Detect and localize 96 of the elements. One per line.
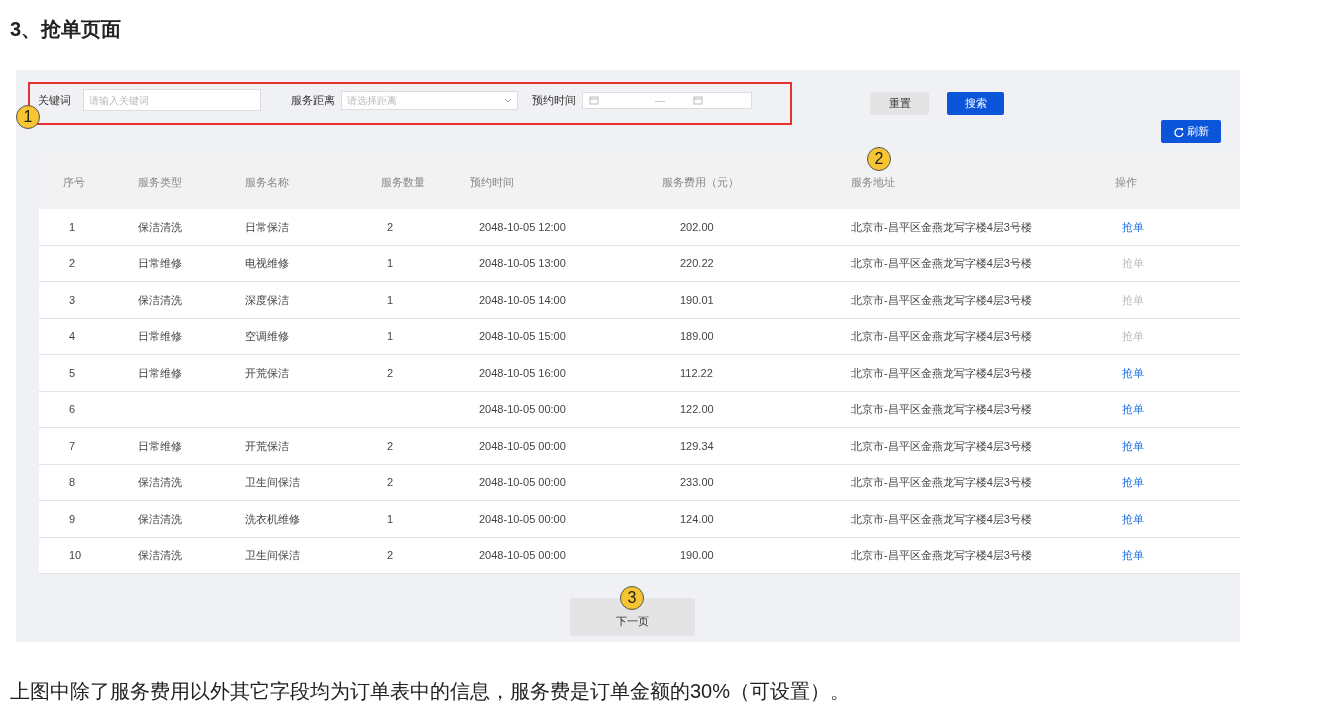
table-cell-text: 3 <box>68 292 77 308</box>
calendar-icon <box>589 95 599 105</box>
table-cell-text: 北京市-昌平区金燕龙写字楼4层3号楼 <box>851 256 1033 271</box>
column-header: 服务数量 <box>381 174 426 190</box>
table-cell-text: 112.22 <box>679 365 714 381</box>
table-cell-text: 129.34 <box>679 438 715 454</box>
table-cell-text: 2 <box>386 219 395 235</box>
table-cell-text: 8 <box>68 475 77 490</box>
table-cell-text: 日常维修 <box>138 329 183 344</box>
table-cell-text: 5 <box>68 365 77 381</box>
grab-order-link[interactable]: 抢单 <box>1115 364 1240 381</box>
grab-order-link[interactable]: 抢单 <box>1115 437 1240 454</box>
table-cell-text: 2048-10-05 14:00 <box>478 292 567 308</box>
table-cell-text: 6 <box>68 402 77 417</box>
grab-order-link[interactable]: 抢单 <box>1115 218 1240 235</box>
field-label: 预约时间 <box>532 92 576 108</box>
column-header: 序号 <box>62 174 86 190</box>
table-cell-text: 10 <box>68 548 83 563</box>
table-cell-text: 189.00 <box>679 329 715 344</box>
table-cell-text: 122.00 <box>679 402 715 417</box>
table-cell-text: 深度保洁 <box>245 292 290 308</box>
refresh-icon <box>1173 126 1184 137</box>
column-header: 服务费用（元） <box>662 174 740 190</box>
reset-button[interactable]: 重置 <box>870 92 929 115</box>
table-cell-text: 2 <box>386 475 395 490</box>
table-cell-text: 2 <box>386 438 395 454</box>
table-cell-text: 1 <box>386 256 395 271</box>
table-cell-text: 2048-10-05 16:00 <box>478 365 567 381</box>
table-cell-text: 北京市-昌平区金燕龙写字楼4层3号楼 <box>851 292 1033 308</box>
table-cell-text: 开荒保洁 <box>245 365 290 381</box>
table-cell-text: 卫生间保洁 <box>245 475 301 490</box>
column-header: 服务地址 <box>851 174 896 190</box>
table-cell-text: 4 <box>68 329 77 344</box>
table-cell-text: 2048-10-05 12:00 <box>478 219 567 235</box>
table-cell-text: 日常维修 <box>138 365 183 381</box>
table-cell-text: 日常维修 <box>138 256 183 271</box>
table-cell-text: 190.00 <box>679 548 715 563</box>
table-cell-text: 2048-10-05 00:00 <box>478 511 567 527</box>
table-cell-text: 保洁清洗 <box>138 548 183 563</box>
grab-order-link[interactable]: 抢单 <box>1115 547 1240 564</box>
table-cell-text: 2048-10-05 00:00 <box>478 438 567 454</box>
table-cell-text: 保洁清洗 <box>138 292 183 308</box>
caption-text: 上图中除了服务费用以外其它字段均为订单表中的信息，服务费是订单金额的30%（可设置）。 <box>10 679 851 704</box>
range-separator: — <box>655 93 665 108</box>
table-cell-text: 保洁清洗 <box>138 475 183 490</box>
keyword-field[interactable]: 请输入关键词 <box>83 89 261 111</box>
calendar-icon <box>693 95 703 105</box>
table-cell-text: 190.01 <box>679 292 715 308</box>
table-cell-text: 1 <box>386 329 395 344</box>
table-cell-text: 9 <box>68 511 77 527</box>
table-cell-text: 电视维修 <box>245 256 290 271</box>
table-cell-text: 日常维修 <box>138 438 183 454</box>
table-cell-text: 日常保洁 <box>245 219 290 235</box>
table-cell-text: 2 <box>68 256 77 271</box>
table-cell-text: 124.00 <box>679 511 715 527</box>
table-cell-text: 2048-10-05 00:00 <box>478 548 567 563</box>
table-cell-text: 卫生间保洁 <box>245 548 301 563</box>
table-cell-text: 北京市-昌平区金燕龙写字楼4层3号楼 <box>851 548 1033 563</box>
table-cell-text: 北京市-昌平区金燕龙写字楼4层3号楼 <box>851 511 1033 527</box>
table-cell-text: 2 <box>386 548 395 563</box>
table-cell-text: 空调维修 <box>245 329 290 344</box>
table-cell-text: 1 <box>386 511 395 527</box>
table-cell-text: 北京市-昌平区金燕龙写字楼4层3号楼 <box>851 438 1033 454</box>
table-cell-text: 北京市-昌平区金燕龙写字楼4层3号楼 <box>851 365 1033 381</box>
table-cell-text: 2048-10-05 15:00 <box>478 329 567 344</box>
table-cell-text: 2048-10-05 00:00 <box>478 475 567 490</box>
table-cell-text: 北京市-昌平区金燕龙写字楼4层3号楼 <box>851 475 1033 490</box>
table-cell-text: 北京市-昌平区金燕龙写字楼4层3号楼 <box>851 402 1033 417</box>
table-cell-text: 开荒保洁 <box>245 438 290 454</box>
table-cell-text: 220.22 <box>679 256 715 271</box>
table-cell-text: 北京市-昌平区金燕龙写字楼4层3号楼 <box>851 219 1033 235</box>
search-button[interactable]: 搜索 <box>947 92 1004 115</box>
table-cell-text: 保洁清洗 <box>138 219 183 235</box>
table-cell-text: 1 <box>386 292 395 308</box>
grab-order-link[interactable]: 抢单 <box>1115 474 1240 491</box>
table-cell-text: 北京市-昌平区金燕龙写字楼4层3号楼 <box>851 329 1033 344</box>
table-cell-text: 202.00 <box>679 219 715 235</box>
refresh-button[interactable]: 刷新 <box>1161 120 1221 143</box>
table-cell-text: 洗衣机维修 <box>245 511 301 527</box>
table-cell-text: 233.00 <box>679 475 715 490</box>
grab-order-link[interactable]: 抢单 <box>1115 510 1240 527</box>
grab-order-link[interactable]: 抢单 <box>1115 401 1240 418</box>
table-cell-text: 2048-10-05 00:00 <box>478 402 567 417</box>
table-cell-text: 2048-10-05 13:00 <box>478 256 567 271</box>
column-header: 预约时间 <box>470 174 515 190</box>
table-cell-text: 1 <box>68 219 77 235</box>
field-label: 关键词 <box>38 92 71 108</box>
column-header: 服务名称 <box>245 174 290 190</box>
column-header: 操作 <box>1115 174 1138 190</box>
chevron-down-icon <box>504 97 512 103</box>
table-cell-text: 7 <box>68 438 77 454</box>
table-cell-text: 2 <box>386 365 395 381</box>
section-heading: 3、抢单页面 <box>10 17 122 42</box>
column-header: 服务类型 <box>138 174 183 190</box>
table-cell-text: 保洁清洗 <box>138 511 183 527</box>
field-label: 服务距离 <box>291 92 335 108</box>
